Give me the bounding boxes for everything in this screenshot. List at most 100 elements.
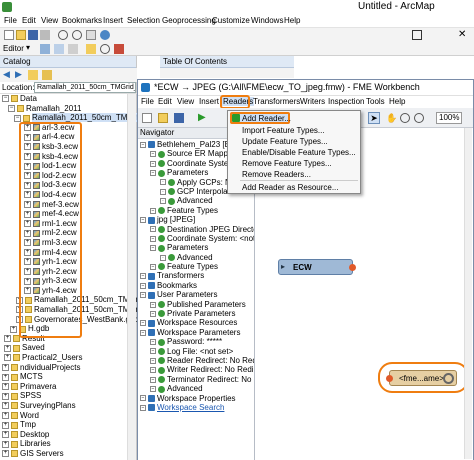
expand-icon[interactable]: + bbox=[2, 402, 9, 410]
new-icon[interactable] bbox=[4, 30, 14, 40]
expand-icon[interactable]: + bbox=[10, 325, 17, 333]
catalog-folder-item[interactable]: + Practical2_Users bbox=[2, 353, 136, 363]
catalog-folder-item[interactable]: + GIS Servers bbox=[2, 449, 136, 459]
zoom-in-icon[interactable] bbox=[58, 30, 68, 40]
fme-menu-insert[interactable]: Insert bbox=[199, 97, 219, 106]
navigator-item[interactable]: − Feature Types bbox=[140, 206, 254, 215]
catalog-folder-item[interactable]: + MCTS bbox=[2, 372, 136, 382]
sketch-tool-icon[interactable] bbox=[54, 44, 64, 54]
catalog-window-icon[interactable] bbox=[86, 44, 96, 54]
fme-select-icon[interactable]: ➤ bbox=[368, 112, 380, 124]
expand-icon[interactable]: − bbox=[150, 386, 156, 393]
fme-zoom-in-icon[interactable] bbox=[400, 113, 410, 123]
menu-selection[interactable]: Selection bbox=[127, 16, 160, 25]
menu-item-add-reader-as-resource[interactable]: Add Reader as Resource... bbox=[242, 183, 339, 192]
expand-icon[interactable]: − bbox=[150, 301, 156, 308]
fme-pan-icon[interactable]: ✋ bbox=[386, 113, 397, 123]
expand-icon[interactable]: − bbox=[150, 376, 156, 383]
menu-item-remove-readers[interactable]: Remove Readers... bbox=[242, 170, 311, 179]
collapse-icon[interactable]: − bbox=[14, 114, 21, 122]
expand-icon[interactable]: − bbox=[150, 245, 156, 252]
navigator-item[interactable]: − Workspace Properties bbox=[140, 394, 254, 403]
open-icon[interactable] bbox=[16, 30, 26, 40]
edit-tool-icon[interactable] bbox=[40, 44, 50, 54]
collapse-icon[interactable]: − bbox=[8, 104, 15, 112]
tree-item-ramallah-2011[interactable]: − Ramallah_2011 bbox=[2, 104, 136, 114]
tree-item-data[interactable]: − Data bbox=[2, 94, 136, 104]
expand-icon[interactable]: − bbox=[140, 329, 146, 336]
menu-help[interactable]: Help bbox=[284, 16, 300, 25]
attributes-icon[interactable] bbox=[68, 44, 78, 54]
navigator-item[interactable]: − Password: ***** bbox=[140, 337, 254, 346]
fme-menu-view[interactable]: View bbox=[177, 97, 194, 106]
expand-icon[interactable]: − bbox=[150, 348, 156, 355]
expand-icon[interactable]: − bbox=[150, 170, 156, 177]
expand-icon[interactable]: − bbox=[150, 235, 156, 242]
catalog-folder-item[interactable]: + SurveyingPlans bbox=[2, 401, 136, 411]
menu-item-import-feature-types[interactable]: Import Feature Types... bbox=[242, 126, 325, 135]
navigator-item[interactable]: · Advanced bbox=[140, 196, 254, 205]
globe-icon[interactable] bbox=[100, 30, 110, 40]
navigator-item[interactable]: − Parameters bbox=[140, 243, 254, 252]
expand-icon[interactable]: − bbox=[140, 282, 146, 289]
expand-icon[interactable]: · bbox=[160, 254, 166, 261]
navigator-item[interactable]: − Published Parameters bbox=[140, 300, 254, 309]
menu-file[interactable]: File bbox=[4, 16, 17, 25]
catalog-scrollbar[interactable] bbox=[127, 94, 136, 460]
editor-dropdown-icon[interactable]: ▾ bbox=[26, 43, 30, 52]
navigator-item[interactable]: −Terminator Redirect: No Redirect bbox=[140, 375, 254, 384]
print-icon[interactable] bbox=[40, 30, 50, 40]
navigator-item[interactable]: − Advanced bbox=[140, 384, 254, 393]
navigator-item[interactable]: −Writer Redirect: No Redirect bbox=[140, 365, 254, 374]
fme-run-icon[interactable]: ▶ bbox=[198, 113, 208, 123]
fme-new-icon[interactable] bbox=[142, 113, 152, 123]
expand-icon[interactable]: − bbox=[140, 320, 146, 327]
navigator-item[interactable]: − Workspace Resources bbox=[140, 318, 254, 327]
expand-icon[interactable]: + bbox=[2, 431, 9, 439]
catalog-folder-item[interactable]: + Desktop bbox=[2, 430, 136, 440]
fme-save-icon[interactable] bbox=[174, 113, 184, 123]
node-output-port-icon[interactable] bbox=[349, 264, 356, 271]
expand-icon[interactable]: − bbox=[150, 367, 156, 374]
expand-icon[interactable]: − bbox=[140, 141, 146, 148]
expand-icon[interactable]: + bbox=[2, 373, 9, 381]
fme-menu-transformers[interactable]: Transformers bbox=[253, 97, 300, 106]
catalog-folder-item[interactable]: + Word bbox=[2, 411, 136, 421]
fme-open-icon[interactable] bbox=[158, 113, 168, 123]
navigator-item[interactable]: − Bookmarks bbox=[140, 281, 254, 290]
navigator-item[interactable]: − Feature Types bbox=[140, 262, 254, 271]
fme-menu-help[interactable]: Help bbox=[389, 97, 405, 106]
expand-icon[interactable]: · bbox=[160, 188, 166, 195]
zoom-level-field[interactable]: 100% bbox=[436, 112, 462, 124]
catalog-folder-item[interactable]: + Tmp bbox=[2, 420, 136, 430]
expand-icon[interactable]: + bbox=[4, 344, 11, 352]
menu-item-remove-feature-types[interactable]: Remove Feature Types... bbox=[242, 159, 332, 168]
menu-view[interactable]: View bbox=[41, 16, 58, 25]
expand-icon[interactable]: − bbox=[150, 339, 156, 346]
navigator-item[interactable]: −Destination JPEG Directory... bbox=[140, 225, 254, 234]
menu-insert[interactable]: Insert bbox=[103, 16, 123, 25]
menu-windows[interactable]: Windows bbox=[251, 16, 283, 25]
navigator-item[interactable]: · Advanced bbox=[140, 253, 254, 262]
catalog-folder-item[interactable]: + Libraries bbox=[2, 439, 136, 449]
expand-icon[interactable]: − bbox=[140, 292, 146, 299]
expand-icon[interactable]: − bbox=[150, 263, 156, 270]
navigator-item[interactable]: −Coordinate System: <not se... bbox=[140, 234, 254, 243]
fme-menu-file[interactable]: File bbox=[141, 97, 154, 106]
expand-icon[interactable]: + bbox=[2, 440, 9, 448]
canvas-scrollbar[interactable] bbox=[464, 128, 472, 459]
expand-icon[interactable]: − bbox=[140, 395, 146, 402]
navigator-item[interactable]: − User Parameters bbox=[140, 290, 254, 299]
menu-item-add-reader[interactable]: Add Reader... bbox=[242, 114, 291, 123]
expand-icon[interactable]: · bbox=[160, 198, 166, 205]
catalog-folder-item[interactable]: + ndividualProjects bbox=[2, 363, 136, 373]
expand-icon[interactable]: − bbox=[150, 207, 156, 214]
expand-icon[interactable]: − bbox=[150, 357, 156, 364]
expand-icon[interactable]: + bbox=[2, 421, 9, 429]
fme-menu-inspection[interactable]: Inspection bbox=[328, 97, 364, 106]
expand-icon[interactable]: − bbox=[140, 273, 146, 280]
menu-bookmarks[interactable]: Bookmarks bbox=[62, 16, 102, 25]
forward-icon[interactable]: ▶ bbox=[15, 70, 25, 80]
expand-icon[interactable]: + bbox=[2, 411, 9, 419]
catalog-folder-item[interactable]: + SPSS bbox=[2, 391, 136, 401]
